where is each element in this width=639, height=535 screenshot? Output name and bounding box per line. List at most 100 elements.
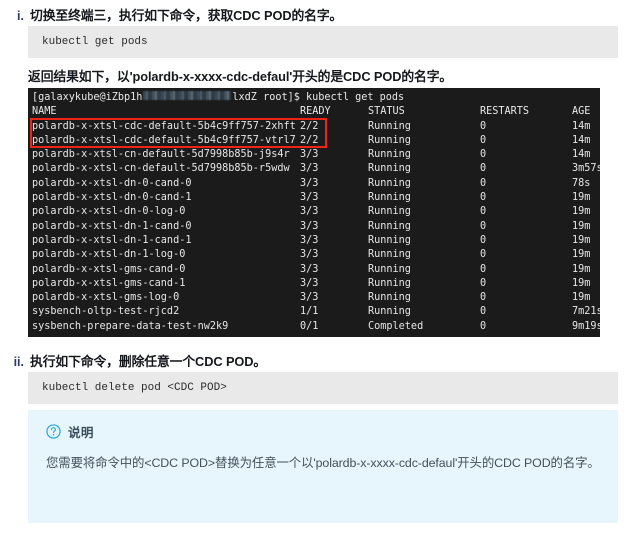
terminal-row: polardb-x-xtsl-gms-cand-1 3/3 Running 0 19m xyxy=(32,277,600,291)
step-title-1: 切换至终端三，执行如下命令，获取CDC POD的名字。 xyxy=(30,8,343,23)
terminal-cell-age: 19m xyxy=(572,277,591,289)
terminal-cell-restarts: 0 xyxy=(480,163,487,175)
terminal-prompt-command: kubectl get pods xyxy=(306,92,405,103)
terminal-redacted-hostname xyxy=(143,91,232,100)
terminal-cell-status: Running xyxy=(368,206,411,218)
terminal-cell-age: 14m xyxy=(572,134,591,146)
terminal-row: polardb-x-xtsl-cn-default-5d7998b85b-r5w… xyxy=(32,162,600,176)
terminal-row: polardb-x-xtsl-cdc-default-5b4c9ff757-vt… xyxy=(32,134,600,148)
terminal-col-restarts: RESTARTS xyxy=(480,106,530,118)
terminal-cell-restarts: 0 xyxy=(480,306,487,318)
terminal-cell-ready: 3/3 xyxy=(300,163,319,175)
terminal-cell-name: polardb-x-xtsl-dn-1-cand-1 xyxy=(32,234,192,246)
terminal-cell-name: polardb-x-xtsl-cdc-default-5b4c9ff757-vt… xyxy=(32,134,296,146)
terminal-row: polardb-x-xtsl-dn-1-cand-0 3/3 Running 0 19m xyxy=(32,220,600,234)
note-body: 您需要将命令中的<CDC POD>替换为任意一个以'polardb-x-xxxx… xyxy=(46,456,600,470)
terminal-row: polardb-x-xtsl-cdc-default-5b4c9ff757-2x… xyxy=(32,120,600,134)
terminal-cell-status: Running xyxy=(368,149,411,161)
terminal-cell-name: polardb-x-xtsl-dn-0-cand-1 xyxy=(32,192,192,204)
terminal-cell-name: polardb-x-xtsl-gms-cand-0 xyxy=(32,263,186,275)
terminal-cell-ready: 3/3 xyxy=(300,149,319,161)
terminal-cell-ready: 2/2 xyxy=(300,134,319,146)
terminal-cell-status: Running xyxy=(368,120,411,132)
terminal-cell-age: 19m xyxy=(572,292,591,304)
terminal-cell-status: Running xyxy=(368,249,411,261)
note-box: 说明 您需要将命令中的<CDC POD>替换为任意一个以'polardb-x-x… xyxy=(28,410,618,523)
step-item-1: i. 切换至终端三，执行如下命令，获取CDC POD的名字。 xyxy=(8,5,628,24)
step-title-2: 执行如下命令，删除任意一个CDC POD。 xyxy=(30,354,267,369)
terminal-cell-age: 78s xyxy=(572,177,591,189)
terminal-cell-restarts: 0 xyxy=(480,320,487,332)
code-block-get-pods[interactable]: kubectl get pods xyxy=(28,26,618,58)
terminal-cell-age: 7m21s xyxy=(572,306,600,318)
terminal-cell-name: polardb-x-xtsl-dn-1-cand-0 xyxy=(32,220,192,232)
terminal-cell-status: Running xyxy=(368,220,411,232)
terminal-cell-ready: 3/3 xyxy=(300,277,319,289)
terminal-cell-name: polardb-x-xtsl-cn-default-5d7998b85b-r5w… xyxy=(32,163,290,175)
terminal-cell-restarts: 0 xyxy=(480,249,487,261)
terminal-cell-restarts: 0 xyxy=(480,220,487,232)
terminal-cell-ready: 3/3 xyxy=(300,249,319,261)
terminal-cell-restarts: 0 xyxy=(480,192,487,204)
terminal-cell-status: Running xyxy=(368,134,411,146)
code-block-delete-pod[interactable]: kubectl delete pod <CDC POD> xyxy=(28,372,618,404)
terminal-cell-age: 19m xyxy=(572,192,591,204)
terminal-cell-name: polardb-x-xtsl-dn-0-log-0 xyxy=(32,206,186,218)
terminal-cell-name: polardb-x-xtsl-cdc-default-5b4c9ff757-2x… xyxy=(32,120,296,132)
terminal-cell-status: Running xyxy=(368,234,411,246)
terminal-cell-age: 9m19s xyxy=(572,320,600,332)
terminal-cell-name: polardb-x-xtsl-cn-default-5d7998b85b-j9s… xyxy=(32,149,290,161)
terminal-cell-restarts: 0 xyxy=(480,277,487,289)
terminal-cell-age: 19m xyxy=(572,234,591,246)
terminal-cell-restarts: 0 xyxy=(480,234,487,246)
terminal-cell-status: Running xyxy=(368,192,411,204)
terminal-cell-restarts: 0 xyxy=(480,149,487,161)
terminal-output: [galaxykube@iZbp1h lxdZ root]$ kubectl ge… xyxy=(28,88,600,337)
terminal-cell-restarts: 0 xyxy=(480,177,487,189)
terminal-cell-restarts: 0 xyxy=(480,120,487,132)
terminal-cell-ready: 3/3 xyxy=(300,177,319,189)
terminal-cell-age: 19m xyxy=(572,263,591,275)
terminal-cell-status: Running xyxy=(368,292,411,304)
step-item-2: ii. 执行如下命令，删除任意一个CDC POD。 xyxy=(8,351,628,370)
result-paragraph: 返回结果如下，以'polardb-x-xxxx-cdc-defaul'开头的是C… xyxy=(28,69,453,84)
terminal-prompt-line: [galaxykube@iZbp1h lxdZ root]$ kubectl ge… xyxy=(32,91,600,105)
terminal-cell-ready: 3/3 xyxy=(300,292,319,304)
terminal-cell-name: sysbench-oltp-test-rjcd2 xyxy=(32,306,180,318)
terminal-cell-ready: 1/1 xyxy=(300,306,319,318)
terminal-cell-status: Running xyxy=(368,306,411,318)
terminal-cell-age: 14m xyxy=(572,120,591,132)
terminal-col-status: STATUS xyxy=(368,106,405,118)
terminal-cell-age: 3m57s xyxy=(572,163,600,175)
step-marker-2: ii. xyxy=(13,355,24,369)
note-title: 说明 xyxy=(68,426,94,440)
terminal-prompt-tail: lxdZ root]$ xyxy=(232,92,307,103)
terminal-cell-ready: 3/3 xyxy=(300,192,319,204)
terminal-cell-ready: 3/3 xyxy=(300,206,319,218)
terminal-cell-ready: 2/2 xyxy=(300,120,319,132)
terminal-row: polardb-x-xtsl-cn-default-5d7998b85b-j9s… xyxy=(32,148,600,162)
terminal-col-age: AGE xyxy=(572,106,591,118)
terminal-cell-age: 19m xyxy=(572,206,591,218)
note-header: 说明 xyxy=(46,422,600,441)
terminal-row: polardb-x-xtsl-dn-0-cand-1 3/3 Running 0 19m xyxy=(32,191,600,205)
terminal-cell-ready: 3/3 xyxy=(300,234,319,246)
terminal-row: polardb-x-xtsl-gms-log-0 3/3 Running 0 19m xyxy=(32,291,600,305)
terminal-cell-name: polardb-x-xtsl-gms-log-0 xyxy=(32,292,180,304)
terminal-cell-restarts: 0 xyxy=(480,263,487,275)
code-text-get-pods: kubectl get pods xyxy=(42,36,148,48)
terminal-row: polardb-x-xtsl-dn-0-log-0 3/3 Running 0 19m xyxy=(32,205,600,219)
terminal-row: polardb-x-xtsl-dn-0-cand-0 3/3 Running 0 78s xyxy=(32,177,600,191)
terminal-row: sysbench-oltp-test-rjcd2 1/1 Running 0 7m21s xyxy=(32,305,600,319)
terminal-cell-restarts: 0 xyxy=(480,292,487,304)
question-circle-icon xyxy=(46,424,61,439)
terminal-col-ready: READY xyxy=(300,106,331,118)
terminal-cell-status: Running xyxy=(368,277,411,289)
terminal-cell-status: Completed xyxy=(368,320,424,332)
terminal-row: polardb-x-xtsl-gms-cand-0 3/3 Running 0 19m xyxy=(32,263,600,277)
terminal-cell-status: Running xyxy=(368,163,411,175)
terminal-cell-restarts: 0 xyxy=(480,134,487,146)
terminal-row: sysbench-prepare-data-test-nw2k9 0/1 Compl… xyxy=(32,320,600,334)
terminal-cell-ready: 0/1 xyxy=(300,320,319,332)
terminal-cell-restarts: 0 xyxy=(480,206,487,218)
